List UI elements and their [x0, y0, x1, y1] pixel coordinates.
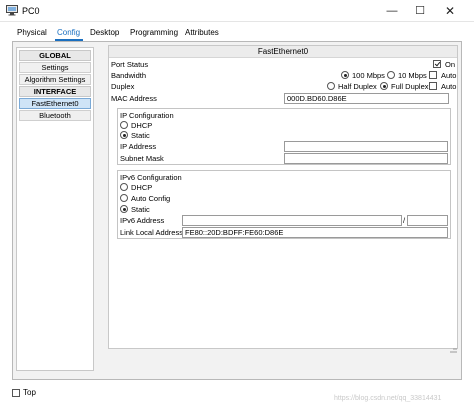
close-button[interactable]: ✕: [436, 2, 464, 20]
ipv6-configuration-group: IPv6 Configuration DHCP Auto Config Stat…: [117, 170, 451, 239]
link-local-address-field[interactable]: FE80::20D:BDFF:FE60:D86E: [182, 227, 448, 238]
ipv6-auto-config-label: Auto Config: [131, 194, 171, 203]
panel-title: FastEthernet0: [109, 46, 457, 58]
duplex-full-radio[interactable]: [380, 82, 388, 90]
duplex-label: Duplex: [111, 82, 135, 91]
sidebar-item-settings[interactable]: Settings: [19, 62, 91, 73]
maximize-button[interactable]: ☐: [406, 2, 434, 20]
top-label: Top: [23, 388, 36, 397]
duplex-half-label: Half Duplex: [338, 82, 377, 91]
subnet-mask-label: Subnet Mask: [120, 154, 164, 163]
tab-desktop[interactable]: Desktop: [90, 28, 119, 37]
mac-address-label: MAC Address: [111, 94, 157, 103]
tab-config[interactable]: Config: [57, 28, 80, 37]
pc-icon: [6, 5, 18, 16]
link-local-address-label: Link Local Address:: [120, 228, 186, 237]
bandwidth-auto-label: Auto: [441, 71, 457, 80]
duplex-half-radio[interactable]: [327, 82, 335, 90]
bandwidth-100-radio[interactable]: [341, 71, 349, 79]
ip-address-label: IP Address: [120, 142, 157, 151]
ip-address-input[interactable]: [284, 141, 448, 152]
sidebar-header-global: GLOBAL: [19, 50, 91, 61]
duplex-auto-label: Auto: [441, 82, 457, 91]
ip-configuration-title: IP Configuration: [120, 111, 174, 120]
ipv6-prefix-slash: /: [403, 216, 406, 225]
sidebar-item-bluetooth[interactable]: Bluetooth: [19, 110, 91, 121]
bandwidth-100-label: 100 Mbps: [352, 71, 385, 80]
sidebar-item-fastethernet0[interactable]: FastEthernet0: [19, 98, 91, 109]
title-bar: PC0 — ☐ ✕: [0, 0, 474, 22]
watermark-text: https://blog.csdn.net/qq_33814431: [334, 395, 442, 402]
port-status-label: Port Status: [111, 60, 149, 69]
mac-address-field[interactable]: 000D.BD60.D86E: [284, 93, 449, 104]
sidebar-header-interface: INTERFACE: [19, 86, 91, 97]
bandwidth-label: Bandwidth: [111, 71, 147, 80]
resize-grip-icon[interactable]: [449, 347, 458, 353]
ipv6-dhcp-label: DHCP: [131, 183, 153, 192]
tab-attributes[interactable]: Attributes: [185, 28, 219, 37]
tab-programming[interactable]: Programming: [130, 28, 178, 37]
ipv4-static-radio[interactable]: [120, 131, 128, 139]
sidebar-item-algorithm-settings[interactable]: Algorithm Settings: [19, 74, 91, 85]
ipv6-address-label: IPv6 Address: [120, 216, 165, 225]
duplex-full-label: Full Duplex: [391, 82, 429, 91]
top-checkbox[interactable]: [12, 389, 20, 397]
bandwidth-10-radio[interactable]: [387, 71, 395, 79]
subnet-mask-input[interactable]: [284, 153, 448, 164]
tab-physical[interactable]: Physical: [17, 28, 47, 37]
window-title: PC0: [22, 6, 40, 16]
minimize-button[interactable]: —: [378, 2, 406, 20]
port-status-checkbox[interactable]: [433, 60, 441, 68]
bandwidth-10-label: 10 Mbps: [398, 71, 427, 80]
ipv6-static-label: Static: [131, 205, 150, 214]
ipv4-dhcp-radio[interactable]: [120, 121, 128, 129]
ip-configuration-group: IP Configuration DHCP Static IP Address …: [117, 108, 451, 165]
ipv6-dhcp-radio[interactable]: [120, 183, 128, 191]
port-status-on-label: On: [445, 60, 456, 69]
interface-panel: FastEthernet0 Port Status On Bandwidth 1…: [108, 45, 458, 349]
bandwidth-auto-checkbox[interactable]: [429, 71, 437, 79]
ipv6-auto-config-radio[interactable]: [120, 194, 128, 202]
ipv4-static-label: Static: [131, 131, 150, 140]
ipv4-dhcp-label: DHCP: [131, 121, 153, 130]
ipv6-configuration-title: IPv6 Configuration: [120, 173, 182, 182]
ipv6-static-radio[interactable]: [120, 205, 128, 213]
config-sidebar: GLOBAL Settings Algorithm Settings INTER…: [16, 47, 94, 371]
ipv6-address-input[interactable]: [182, 215, 402, 226]
duplex-auto-checkbox[interactable]: [429, 82, 437, 90]
ipv6-prefix-input[interactable]: [407, 215, 448, 226]
